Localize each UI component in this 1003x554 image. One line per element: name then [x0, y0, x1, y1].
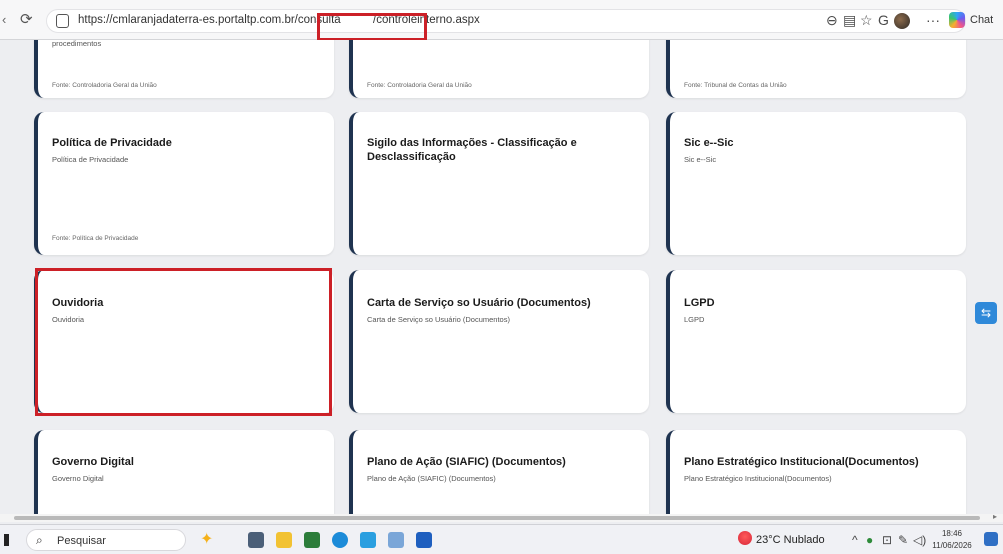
- card-title: Governo Digital: [52, 456, 134, 468]
- search-placeholder: Pesquisar: [57, 535, 106, 547]
- card-subtitle: LGPD: [684, 315, 705, 324]
- card-source: Fonte: Política de Privacidade: [52, 235, 139, 242]
- photos-icon[interactable]: [360, 532, 376, 548]
- card-title: procedimentos: [52, 40, 102, 48]
- back-fragment-icon[interactable]: ‹: [2, 12, 6, 27]
- card-governo-digital[interactable]: Governo Digital Governo Digital: [34, 430, 334, 514]
- chat-label[interactable]: Chat: [970, 14, 993, 26]
- clock-date: 11/06/2026: [932, 541, 972, 550]
- outlook-icon[interactable]: [416, 532, 432, 548]
- card-carta-servico[interactable]: Carta de Serviço so Usuário (Documentos)…: [349, 270, 649, 413]
- card-subtitle: Carta de Serviço so Usuário (Documentos): [367, 315, 510, 324]
- edge-icon[interactable]: [332, 532, 348, 548]
- chevron-up-icon[interactable]: ^: [852, 533, 858, 547]
- more-icon[interactable]: ···: [926, 12, 940, 28]
- card-subtitle: Ouvidoria: [52, 315, 85, 324]
- card-procedimentos[interactable]: procedimentos Fonte: Controladoria Geral…: [34, 40, 334, 98]
- search-icon: ⌕: [36, 533, 43, 547]
- card-subtitle: Plano Estratégico Institucional(Document…: [684, 474, 832, 483]
- browser-toolbar: ‹ ⟳ https://cmlaranjadaterra-es.portaltp…: [0, 0, 1003, 40]
- card-cgu[interactable]: Fonte: Controladoria Geral da União: [349, 40, 649, 98]
- card-title: LGPD: [684, 297, 715, 309]
- url-base-text: https://cmlaranjadaterra-es.portaltp.com…: [78, 14, 341, 26]
- card-plano-estrategico[interactable]: Plano Estratégico Institucional(Document…: [666, 430, 966, 514]
- card-plano-acao-siafic[interactable]: Plano de Ação (SIAFIC) (Documentos) Plan…: [349, 430, 649, 514]
- clock-time: 18:46: [941, 529, 963, 538]
- card-subtitle: Política de Privacidade: [52, 155, 129, 164]
- extension-icon[interactable]: G: [878, 12, 889, 28]
- profile-avatar[interactable]: [894, 13, 910, 29]
- clock[interactable]: 18:46 11/06/2026: [930, 528, 974, 552]
- reload-icon[interactable]: ⟳: [20, 10, 33, 28]
- card-ouvidoria[interactable]: Ouvidoria Ouvidoria: [34, 270, 334, 413]
- card-subtitle: Plano de Ação (SIAFIC) (Documentos): [367, 474, 496, 483]
- copilot-icon[interactable]: [949, 12, 965, 28]
- card-tcu[interactable]: Fonte: Tribunal de Contas da União: [666, 40, 966, 98]
- card-source: Fonte: Tribunal de Contas da União: [684, 82, 787, 89]
- card-politica-privacidade[interactable]: Política de Privacidade Política de Priv…: [34, 112, 334, 255]
- card-title: Plano Estratégico Institucional(Document…: [684, 456, 919, 468]
- card-title: Plano de Ação (SIAFIC) (Documentos): [367, 456, 566, 468]
- lock-icon[interactable]: [56, 14, 69, 28]
- weather-icon[interactable]: [738, 531, 752, 545]
- card-title: Sigilo das Informações - Classificação e…: [367, 137, 577, 163]
- zoom-icon[interactable]: ⊖: [826, 12, 838, 29]
- pen-icon[interactable]: ✎: [898, 533, 908, 547]
- page-content: procedimentos Fonte: Controladoria Geral…: [0, 40, 1003, 514]
- card-title: Sic e--Sic: [684, 137, 734, 149]
- card-sic-esic[interactable]: Sic e--Sic Sic e--Sic: [666, 112, 966, 255]
- volume-icon[interactable]: ◁): [913, 533, 926, 547]
- card-title: Carta de Serviço so Usuário (Documentos): [367, 297, 591, 309]
- store-icon[interactable]: [304, 532, 320, 548]
- url-highlight-box: [317, 13, 427, 41]
- file-explorer-icon[interactable]: [276, 532, 292, 548]
- scroll-right-icon[interactable]: ▸: [993, 512, 997, 521]
- horizontal-scrollbar[interactable]: ▸: [0, 512, 1003, 522]
- card-title: Política de Privacidade: [52, 137, 172, 149]
- favorite-icon[interactable]: ☆: [860, 12, 873, 29]
- reader-icon[interactable]: ▤: [843, 12, 856, 29]
- card-lgpd[interactable]: LGPD LGPD: [666, 270, 966, 413]
- card-subtitle: Sic e--Sic: [684, 155, 717, 164]
- windows-icon[interactable]: [4, 534, 9, 546]
- notepad-icon[interactable]: [388, 532, 404, 548]
- scrollbar-thumb[interactable]: [14, 516, 980, 520]
- task-view-icon[interactable]: [248, 532, 264, 548]
- card-sigilo-informacoes[interactable]: Sigilo das Informações - Classificação e…: [349, 112, 649, 255]
- weather-text[interactable]: 23°C Nublado: [756, 534, 825, 546]
- card-source: Fonte: Controladoria Geral da União: [52, 82, 157, 89]
- card-subtitle: Governo Digital: [52, 474, 104, 483]
- taskbar-search[interactable]: ⌕ Pesquisar: [26, 529, 186, 551]
- network-icon[interactable]: ⊡: [882, 533, 892, 547]
- copilot-sparkle-icon[interactable]: ✦: [200, 529, 213, 549]
- translate-icon[interactable]: ⇆: [975, 302, 997, 324]
- security-icon[interactable]: ●: [866, 533, 873, 547]
- card-title: Ouvidoria: [52, 297, 104, 309]
- notification-icon[interactable]: [984, 532, 998, 546]
- card-source: Fonte: Controladoria Geral da União: [367, 82, 472, 89]
- taskbar: ⌕ Pesquisar ✦ 23°C Nublado ^ ● ⊡ ✎ ◁) 18…: [0, 524, 1003, 554]
